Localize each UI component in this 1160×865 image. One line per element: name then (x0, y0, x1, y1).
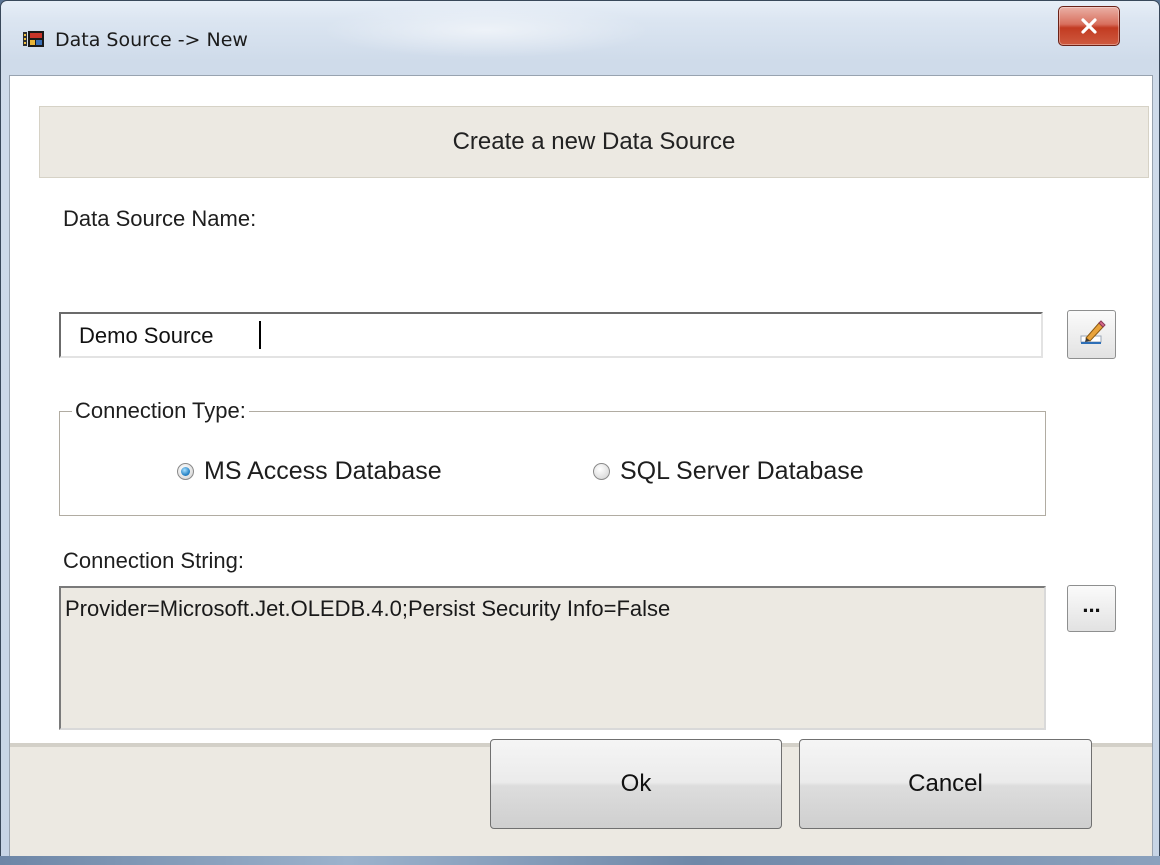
close-icon (1080, 18, 1098, 34)
title-bar[interactable]: Data Source -> New (1, 1, 1159, 81)
data-source-name-label: Data Source Name: (63, 206, 257, 231)
data-source-name-input[interactable]: Demo Source (59, 312, 1043, 358)
dialog-header: Create a new Data Source (39, 106, 1149, 178)
background-strip (0, 856, 1160, 865)
database-book-icon (23, 30, 45, 48)
connection-string-label: Connection String: (63, 548, 244, 573)
connection-string-value: Provider=Microsoft.Jet.OLEDB.4.0;Persist… (65, 596, 671, 621)
radio-ms-access[interactable]: MS Access Database (177, 457, 442, 486)
browse-connection-button[interactable]: ... (1067, 585, 1116, 632)
radio-label-sql-server: SQL Server Database (620, 457, 864, 485)
ok-button[interactable]: Ok (490, 739, 782, 829)
radio-button-unselected[interactable] (593, 463, 610, 480)
dialog-window: Data Source -> New Create a new Data Sou… (0, 0, 1160, 865)
radio-button-selected[interactable] (177, 463, 194, 480)
dialog-heading: Create a new Data Source (452, 128, 736, 155)
connection-type-legend: Connection Type: (72, 398, 249, 424)
radio-label-ms-access: MS Access Database (204, 457, 442, 485)
connection-string-field[interactable]: Provider=Microsoft.Jet.OLEDB.4.0;Persist… (59, 586, 1046, 730)
radio-sql-server[interactable]: SQL Server Database (593, 457, 864, 486)
pencil-edit-icon (1077, 317, 1107, 352)
data-source-name-value: Demo Source (79, 323, 214, 348)
cancel-button[interactable]: Cancel (799, 739, 1092, 829)
text-caret (259, 321, 261, 349)
close-button[interactable] (1058, 6, 1120, 46)
window-title: Data Source -> New (55, 29, 248, 51)
edit-name-button[interactable] (1067, 310, 1116, 359)
